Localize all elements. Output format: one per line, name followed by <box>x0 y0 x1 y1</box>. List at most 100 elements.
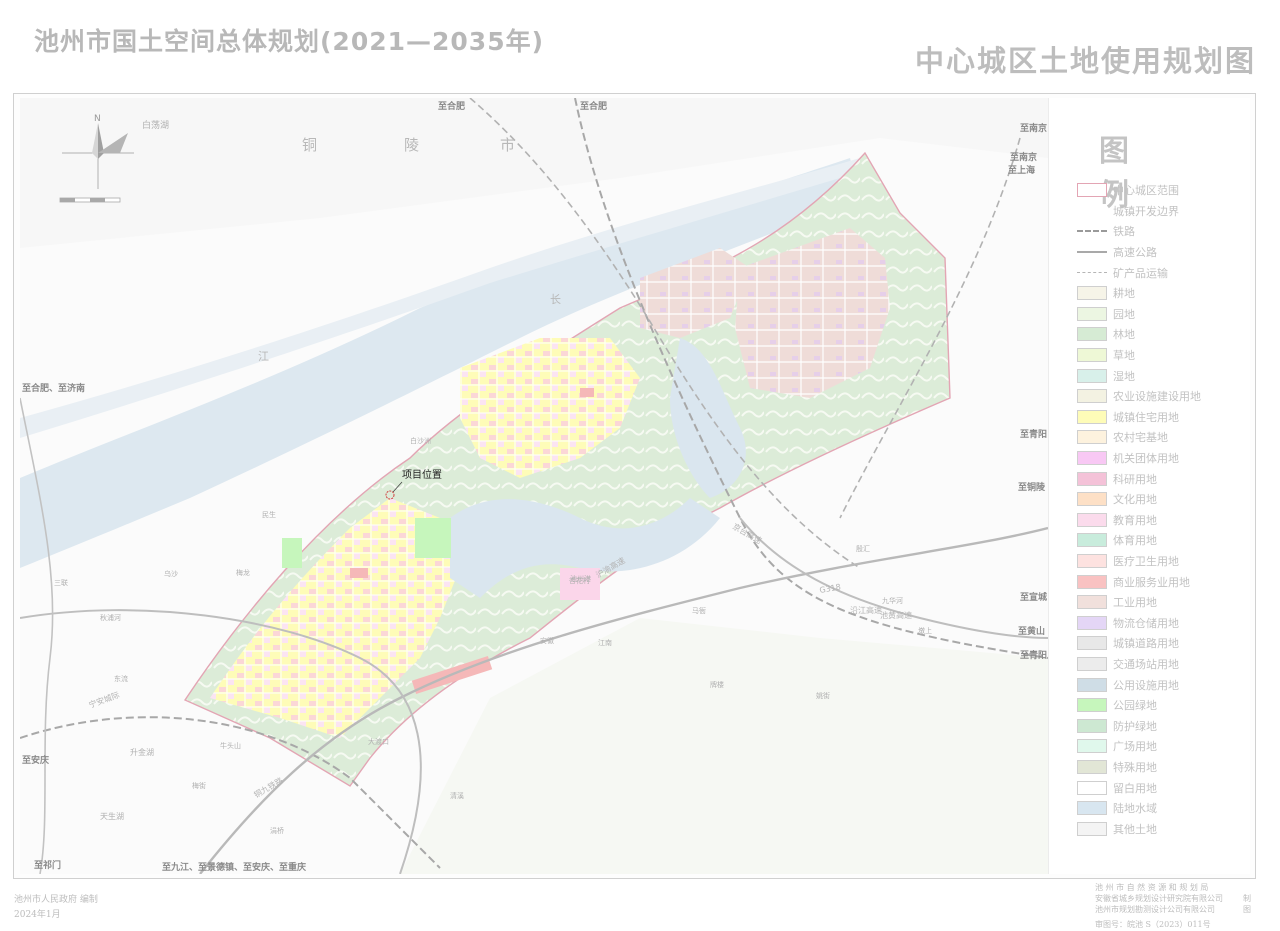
legend-swatch <box>1077 821 1107 836</box>
footer-approval: 审图号：皖池 S（2023）011号 <box>1095 920 1211 929</box>
legend-item: 城镇道路用地 <box>1077 633 1201 654</box>
legend-item: 湿地 <box>1077 365 1201 386</box>
legend-label: 农业设施建设用地 <box>1113 390 1201 404</box>
legend-swatch <box>1077 327 1107 342</box>
land-use-map[interactable]: N 项目位置 铜陵市白荡湖长江至合肥 至合肥至南京至南京至上海至合肥、至济南至安庆… <box>20 98 1048 874</box>
legend-item: 矿产品运输 <box>1077 262 1201 283</box>
road-label: 池黄高速 <box>880 610 912 620</box>
place-label: 市 <box>500 136 515 154</box>
place-label: 殷汇 <box>856 544 870 553</box>
footer-right: 池 州 市 自 然 资 源 和 规 划 局 安徽省城乡规划设计研究院有限公司 池… <box>1095 882 1251 930</box>
legend-swatch <box>1077 698 1107 713</box>
legend-label: 交通场站用地 <box>1113 657 1179 671</box>
footer-left: 池州市人民政府 编制 2024年1月 <box>14 893 98 923</box>
legend-swatch <box>1077 409 1107 424</box>
legend-label: 矿产品运输 <box>1113 266 1168 280</box>
legend-label: 耕地 <box>1113 287 1135 301</box>
legend-swatch <box>1077 430 1107 445</box>
legend-label: 教育用地 <box>1113 513 1157 527</box>
legend-item: 体育用地 <box>1077 530 1201 551</box>
legend-label: 高速公路 <box>1113 246 1157 260</box>
legend-swatch <box>1077 553 1107 568</box>
legend-swatch <box>1077 203 1107 218</box>
legend-swatch <box>1077 492 1107 507</box>
legend-label: 特殊用地 <box>1113 760 1157 774</box>
legend-swatch <box>1077 183 1107 198</box>
legend-item: 陆地水域 <box>1077 798 1201 819</box>
legend-label: 园地 <box>1113 307 1135 321</box>
legend-item: 园地 <box>1077 304 1201 325</box>
place-label: 涓桥 <box>270 826 284 835</box>
legend-swatch <box>1077 739 1107 754</box>
place-label: 江南 <box>598 638 612 647</box>
legend-item: 科研用地 <box>1077 468 1201 489</box>
legend-swatch <box>1077 677 1107 692</box>
legend-swatch <box>1077 266 1107 280</box>
place-label: 至宣城 <box>1020 591 1047 603</box>
project-location-label: 项目位置 <box>402 468 442 481</box>
place-label: 至南京 <box>1020 122 1047 134</box>
place-label: 铜 <box>302 136 317 154</box>
legend-swatch <box>1077 389 1107 404</box>
place-label: 东流 <box>114 674 128 683</box>
legend-label: 医疗卫生用地 <box>1113 554 1179 568</box>
place-label: 至合肥、至济南 <box>22 382 85 394</box>
place-label: 至铜陵 <box>1018 481 1046 493</box>
legend-item: 城镇住宅用地 <box>1077 407 1201 428</box>
legend-swatch <box>1077 759 1107 774</box>
legend-item: 留白用地 <box>1077 777 1201 798</box>
legend-swatch <box>1077 595 1107 610</box>
place-label: 牌楼 <box>710 680 724 689</box>
legend-label: 湿地 <box>1113 369 1135 383</box>
map-title: 中心城区土地使用规划图 <box>914 44 1256 78</box>
legend-swatch <box>1077 718 1107 733</box>
legend-item: 物流仓储用地 <box>1077 612 1201 633</box>
legend-item: 草地 <box>1077 345 1201 366</box>
place-label: 牛头山 <box>220 741 241 750</box>
footer-org: 池州市人民政府 编制 <box>14 895 98 905</box>
legend-item: 农业设施建设用地 <box>1077 386 1201 407</box>
legend-label: 科研用地 <box>1113 472 1157 486</box>
legend-swatch <box>1077 471 1107 486</box>
place-label: 秋浦河 <box>100 613 121 622</box>
legend-swatch <box>1077 780 1107 795</box>
place-label: 三联 <box>54 578 68 587</box>
legend-swatch <box>1077 615 1107 630</box>
legend-label: 商业服务业用地 <box>1113 575 1190 589</box>
legend-label: 农村宅基地 <box>1113 431 1168 445</box>
legend-swatch <box>1077 306 1107 321</box>
legend-item: 耕地 <box>1077 283 1201 304</box>
legend-label: 广场用地 <box>1113 740 1157 754</box>
legend-panel: 图例 中心城区范围 城镇开发边界 铁路 高速公路 矿产品运输 耕地 园地 林地 草地 湿地 农业设施… <box>1048 98 1250 874</box>
legend-swatch <box>1077 512 1107 527</box>
place-label: 至南京 <box>1010 151 1037 163</box>
legend-label: 陆地水域 <box>1113 802 1157 816</box>
legend-item: 防护绿地 <box>1077 715 1201 736</box>
place-label: 池州港 <box>570 574 591 583</box>
legend-list: 中心城区范围 城镇开发边界 铁路 高速公路 矿产品运输 耕地 园地 林地 草地 湿地 农业设施建设用… <box>1077 180 1201 839</box>
legend-item: 商业服务业用地 <box>1077 571 1201 592</box>
place-label: 马衙 <box>692 606 706 615</box>
footer-org-1: 池 州 市 自 然 资 源 和 规 划 局 <box>1095 883 1209 892</box>
place-label: 姚街 <box>816 691 830 700</box>
legend-item: 教育用地 <box>1077 510 1201 531</box>
legend-item: 城镇开发边界 <box>1077 201 1201 222</box>
road-label: 沿江高速 <box>850 605 882 615</box>
legend-swatch <box>1077 801 1107 816</box>
place-label: 至青阳 <box>1020 649 1047 661</box>
legend-item: 林地 <box>1077 324 1201 345</box>
legend-item: 其他土地 <box>1077 818 1201 839</box>
footer-made: 制图 <box>1243 894 1251 914</box>
legend-label: 铁路 <box>1113 225 1135 239</box>
place-label: 陵 <box>404 136 419 154</box>
legend-label: 文化用地 <box>1113 493 1157 507</box>
park-block <box>282 538 302 568</box>
legend-label: 城镇开发边界 <box>1113 204 1179 218</box>
legend-label: 留白用地 <box>1113 781 1157 795</box>
place-label: 至黄山 <box>1018 625 1045 637</box>
footer-org-2: 安徽省城乡规划设计研究院有限公司 <box>1095 894 1223 903</box>
main-title: 池州市国土空间总体规划(2021—2035年) <box>34 27 545 56</box>
legend-item: 公用设施用地 <box>1077 674 1201 695</box>
park-block <box>415 518 451 558</box>
legend-label: 城镇住宅用地 <box>1113 410 1179 424</box>
